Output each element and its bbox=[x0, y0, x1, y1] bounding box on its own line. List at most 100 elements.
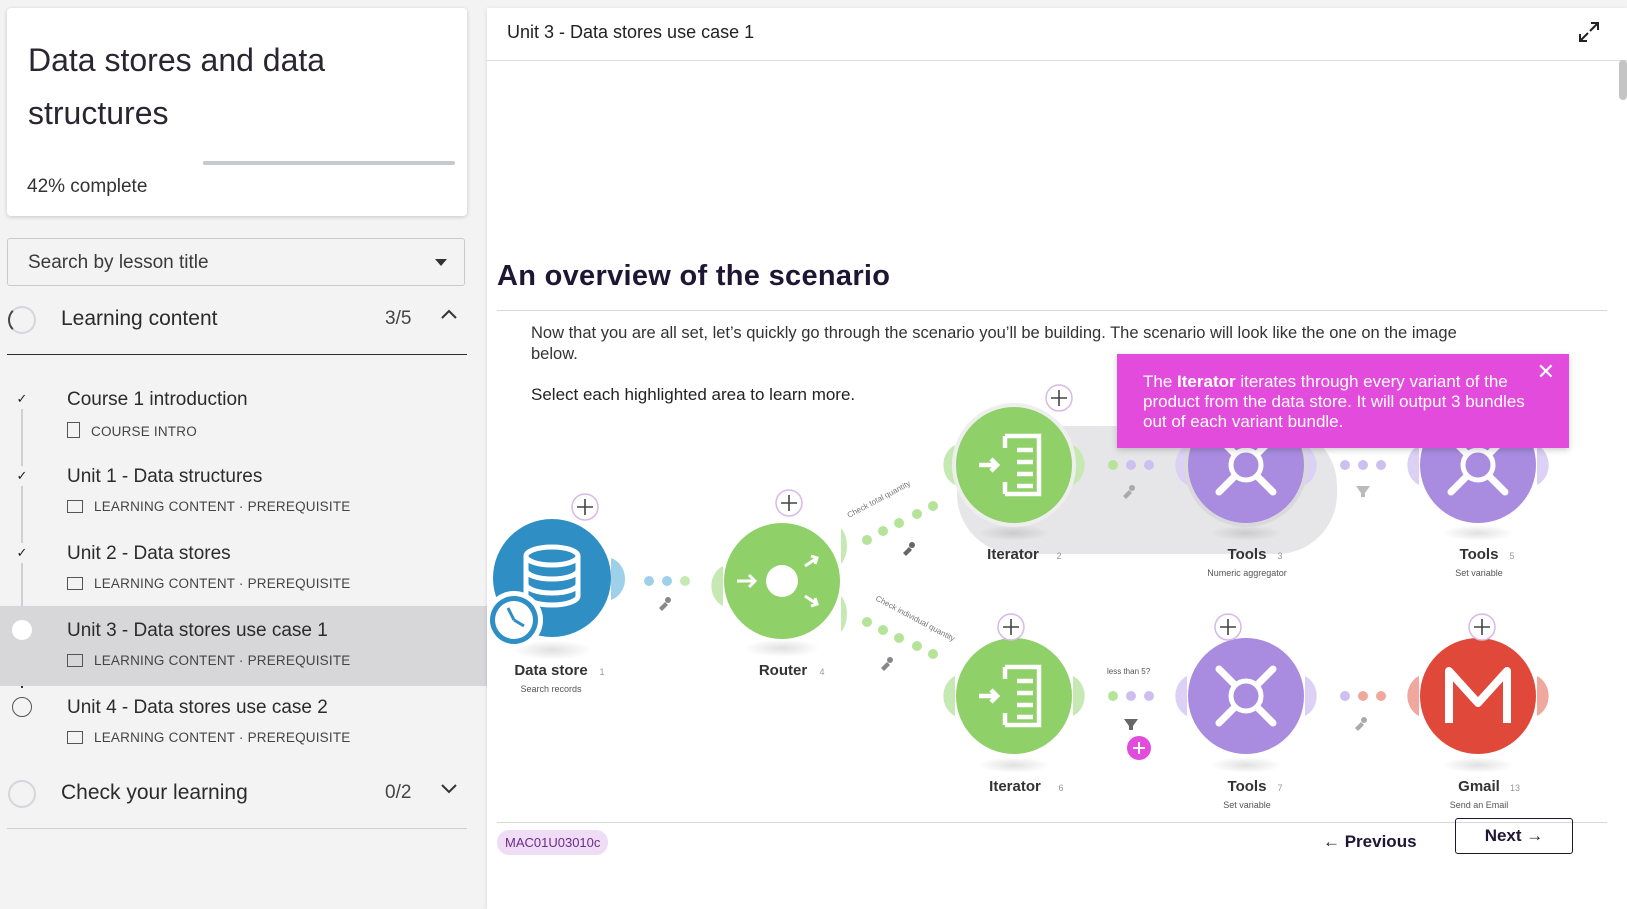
wrench-icon[interactable] bbox=[1355, 717, 1367, 731]
connector-tools-gmail bbox=[1340, 691, 1386, 701]
connector-iterator-tools-bottom bbox=[1108, 691, 1154, 701]
connector-iterator-tools bbox=[1108, 460, 1154, 470]
section-heading: An overview of the scenario bbox=[497, 260, 891, 292]
lesson-meta: LEARNING CONTENT · PREREQUISITE bbox=[67, 730, 350, 745]
section-divider bbox=[7, 828, 467, 829]
lesson-content-panel: Unit 3 - Data stores use case 1 An overv… bbox=[487, 8, 1627, 909]
lesson-title: Course 1 introduction bbox=[67, 389, 248, 410]
wrench-icon[interactable] bbox=[903, 542, 915, 556]
incomplete-marker bbox=[12, 697, 32, 717]
module-number: 2 bbox=[1056, 551, 1061, 561]
search-placeholder: Search by lesson title bbox=[28, 252, 209, 273]
module-name: Tools bbox=[1228, 546, 1267, 563]
heading-divider bbox=[497, 310, 1607, 311]
previous-button[interactable]: ← Previous bbox=[1313, 826, 1427, 858]
progress-text: 42% complete bbox=[27, 176, 147, 198]
progress-value: 42% bbox=[27, 176, 66, 197]
scrollbar-thumb[interactable] bbox=[1619, 60, 1627, 100]
module-sub: Search records bbox=[520, 684, 582, 694]
lesson-type: COURSE INTRO bbox=[91, 424, 197, 439]
lesson-item[interactable]: ✓ Course 1 introduction COURSE INTRO bbox=[0, 375, 487, 455]
connector-tools-tools bbox=[1340, 460, 1386, 470]
connector-router-iterator-top bbox=[862, 501, 938, 545]
module-name: Tools bbox=[1228, 778, 1267, 795]
module-number: 7 bbox=[1277, 783, 1282, 793]
lesson-title: Unit 2 - Data stores bbox=[67, 543, 231, 564]
lesson-item[interactable]: Unit 4 - Data stores use case 2 LEARNING… bbox=[0, 683, 487, 763]
module-sub: Numeric aggregator bbox=[1207, 568, 1287, 578]
current-lesson-marker bbox=[12, 620, 32, 640]
progress-fill bbox=[203, 161, 309, 165]
check-icon: ✓ bbox=[12, 389, 32, 409]
module-name: Data store bbox=[514, 662, 587, 679]
module-iterator-bottom[interactable] bbox=[943, 613, 1085, 773]
lesson-breadcrumb: Unit 3 - Data stores use case 1 bbox=[507, 22, 755, 42]
lesson-meta: LEARNING CONTENT · PREREQUISITE bbox=[67, 653, 350, 668]
lesson-item-current[interactable]: Unit 3 - Data stores use case 1 LEARNING… bbox=[0, 606, 487, 686]
footer-divider bbox=[497, 822, 1607, 823]
section-label: Learning content bbox=[61, 307, 218, 330]
lesson-search-select[interactable]: Search by lesson title bbox=[7, 238, 465, 286]
module-number: 1 bbox=[599, 667, 604, 677]
module-name: Iterator bbox=[987, 546, 1039, 563]
module-number: 4 bbox=[819, 667, 824, 677]
wrench-icon[interactable] bbox=[659, 597, 671, 611]
chevron-up-icon[interactable] bbox=[441, 308, 457, 320]
chevron-down-icon[interactable] bbox=[441, 782, 457, 794]
lesson-title: Unit 3 - Data stores use case 1 bbox=[67, 620, 328, 641]
tooltip-bold: Iterator bbox=[1177, 372, 1236, 391]
section-count: 0/2 bbox=[385, 782, 412, 803]
course-title: Data stores and data structures bbox=[28, 42, 326, 131]
progress-suffix: complete bbox=[65, 176, 148, 197]
lesson-item[interactable]: ✓ Unit 2 - Data stores LEARNING CONTENT … bbox=[0, 529, 487, 609]
lesson-item[interactable]: ✓ Unit 1 - Data structures LEARNING CONT… bbox=[0, 452, 487, 532]
lesson-meta: LEARNING CONTENT · PREREQUISITE bbox=[67, 499, 350, 514]
section-learning-content[interactable]: Learning content 3/5 bbox=[7, 292, 467, 352]
course-progress-card: Data stores and data structures 42% comp… bbox=[7, 8, 467, 216]
lesson-meta: LEARNING CONTENT · PREREQUISITE bbox=[67, 576, 350, 591]
lesson-type: LEARNING CONTENT · PREREQUISITE bbox=[94, 730, 351, 745]
module-name: Router bbox=[759, 662, 807, 679]
close-icon[interactable]: ✕ bbox=[1537, 361, 1555, 383]
course-sidebar: Data stores and data structures 42% comp… bbox=[0, 0, 487, 909]
tooltip-prefix: The bbox=[1143, 372, 1178, 391]
lesson-meta: COURSE INTRO bbox=[67, 422, 197, 439]
slides-icon bbox=[67, 731, 83, 744]
caret-down-icon bbox=[435, 259, 447, 266]
module-number: 6 bbox=[1058, 783, 1063, 793]
lesson-type: LEARNING CONTENT · PREREQUISITE bbox=[94, 499, 351, 514]
module-gmail[interactable] bbox=[1407, 613, 1549, 773]
document-icon bbox=[67, 422, 80, 438]
route-label: Check total quantity bbox=[846, 479, 912, 520]
module-router[interactable] bbox=[711, 489, 847, 657]
section-check-your-learning[interactable]: Check your learning 0/2 bbox=[7, 766, 467, 826]
module-number: 3 bbox=[1277, 551, 1282, 561]
module-number: 13 bbox=[1510, 783, 1520, 793]
lesson-topbar: Unit 3 - Data stores use case 1 bbox=[487, 8, 1627, 61]
route-label: Check individual quantity bbox=[874, 594, 956, 643]
module-sub: Send an Email bbox=[1450, 800, 1509, 810]
next-button[interactable]: Next → bbox=[1455, 818, 1573, 854]
section-count: 3/5 bbox=[385, 308, 412, 329]
filter-icon[interactable] bbox=[1124, 719, 1138, 730]
wrench-icon[interactable] bbox=[881, 657, 893, 671]
progress-bar bbox=[203, 161, 455, 165]
module-number: 5 bbox=[1509, 551, 1514, 561]
filter-icon[interactable] bbox=[1356, 486, 1370, 497]
module-tools-7[interactable] bbox=[1175, 613, 1317, 773]
section-divider bbox=[7, 354, 467, 355]
lesson-type: LEARNING CONTENT · PREREQUISITE bbox=[94, 653, 351, 668]
slides-icon bbox=[67, 654, 83, 667]
lesson-code-badge: MAC01U03010c bbox=[497, 830, 609, 855]
lesson-title: Unit 1 - Data structures bbox=[67, 466, 263, 487]
slides-icon bbox=[67, 577, 83, 590]
lesson-title: Unit 4 - Data stores use case 2 bbox=[67, 697, 328, 718]
check-icon: ✓ bbox=[12, 466, 32, 486]
module-name: Gmail bbox=[1458, 778, 1500, 795]
expand-icon[interactable] bbox=[1577, 20, 1601, 44]
module-name: Tools bbox=[1460, 546, 1499, 563]
module-data-store[interactable] bbox=[487, 493, 626, 660]
section-label: Check your learning bbox=[61, 781, 248, 804]
module-name: Iterator bbox=[989, 778, 1041, 795]
check-icon: ✓ bbox=[12, 543, 32, 563]
